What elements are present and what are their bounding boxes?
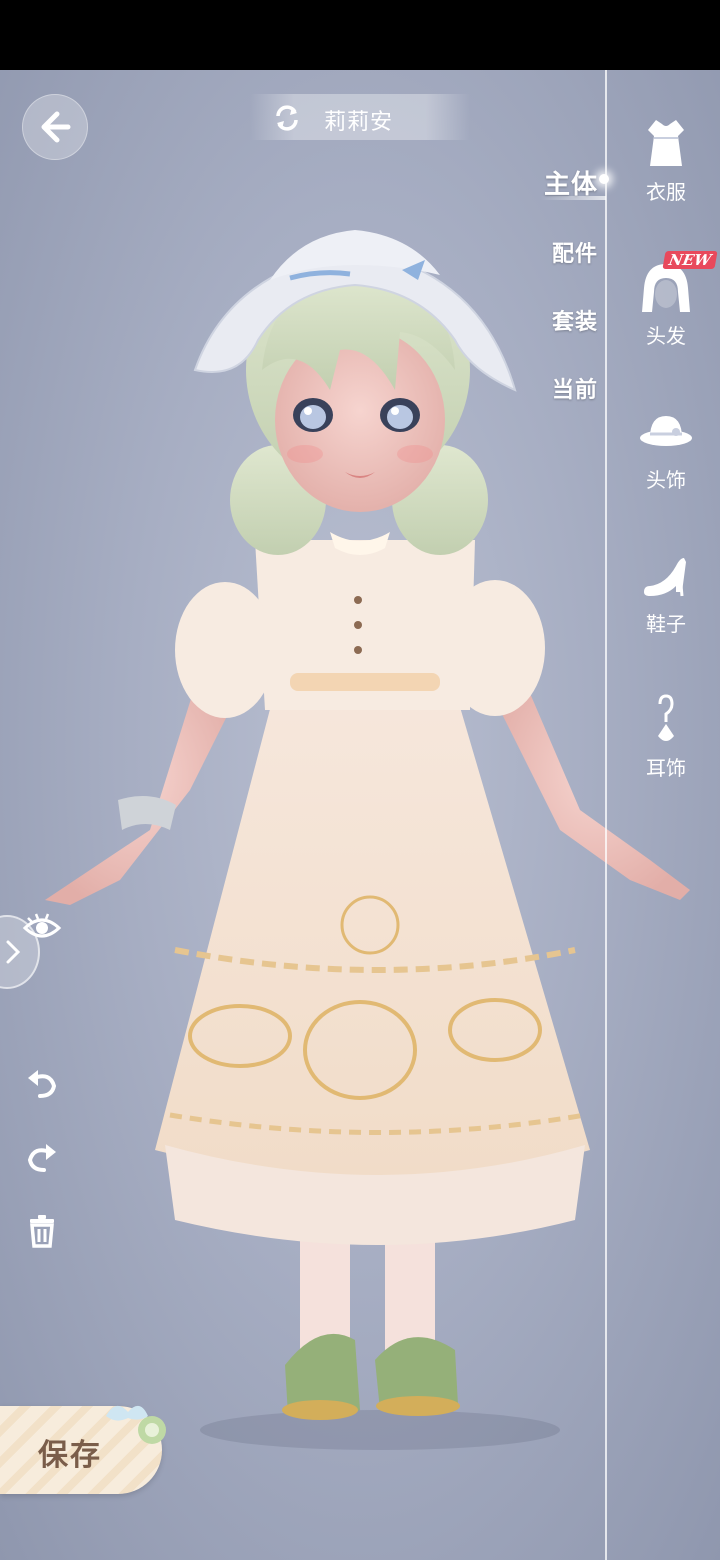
tab-clothes-label: 衣服: [646, 180, 686, 204]
earring-icon: [658, 694, 674, 741]
active-underline: [540, 196, 606, 200]
tab-hair-label: 头发: [646, 324, 686, 348]
shoe-icon: [644, 558, 686, 597]
character-model: [45, 230, 690, 1450]
dress-icon: [648, 120, 684, 166]
tab-hair[interactable]: 头发: [626, 258, 706, 349]
tab-headwear-label: 头饰: [646, 468, 686, 492]
tab-earrings[interactable]: 耳饰: [626, 690, 706, 781]
tab-headwear[interactable]: 头饰: [626, 402, 706, 493]
redo-icon[interactable]: [22, 1138, 62, 1178]
save-button-label: 保存: [38, 1438, 102, 1473]
back-button[interactable]: [22, 94, 88, 160]
tab-shoes-label: 鞋子: [646, 612, 686, 636]
arrow-left-icon: [41, 111, 71, 143]
hat-icon: [640, 416, 692, 446]
dressing-room-stage: 莉莉安 主体 配件 套装 当前 衣服 头发 NEW 头饰 鞋子 耳饰 保存: [0, 70, 720, 1560]
active-indicator: [599, 174, 609, 184]
swap-icon: [276, 105, 298, 131]
category-accessories[interactable]: 配件: [552, 236, 598, 268]
new-badge: NEW: [662, 251, 718, 269]
chevron-right-icon: [6, 940, 21, 964]
trash-icon[interactable]: [22, 1210, 62, 1250]
decoration-icon: [106, 1405, 166, 1444]
status-bar: [0, 0, 720, 70]
category-outfits[interactable]: 套装: [552, 304, 598, 336]
character-switcher[interactable]: 莉莉安: [250, 94, 470, 140]
character-name: 莉莉安: [324, 110, 394, 135]
tab-shoes[interactable]: 鞋子: [626, 546, 706, 637]
eye-icon[interactable]: [22, 908, 62, 948]
undo-icon[interactable]: [22, 1064, 62, 1104]
panel-divider: [605, 70, 607, 1560]
tab-clothes[interactable]: 衣服: [626, 114, 706, 205]
category-current[interactable]: 当前: [552, 372, 598, 404]
tab-earrings-label: 耳饰: [646, 756, 686, 780]
